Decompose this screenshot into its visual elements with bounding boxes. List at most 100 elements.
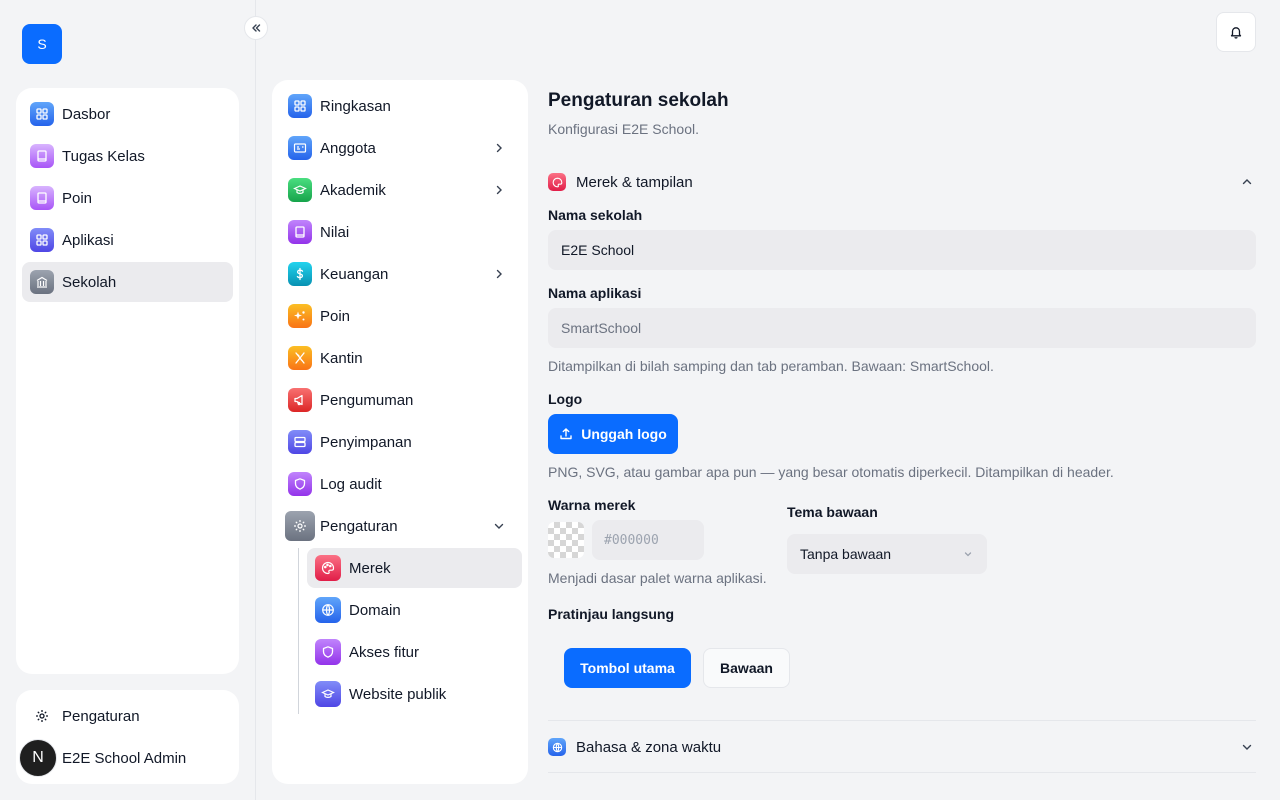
submenu-item-merek[interactable]: Merek	[307, 548, 522, 588]
menu-item-label: Keuangan	[320, 265, 389, 283]
school-name-input[interactable]: E2E School	[548, 230, 1256, 270]
menu-item-keuangan[interactable]: Keuangan	[278, 254, 522, 294]
server-icon	[288, 430, 312, 454]
upload-logo-button[interactable]: Unggah logo	[548, 414, 678, 454]
submenu-item-akses-fitur[interactable]: Akses fitur	[307, 632, 522, 672]
sidebar-item-aplikasi[interactable]: Aplikasi	[22, 220, 233, 260]
section-divider	[548, 720, 1256, 721]
menu-item-log-audit[interactable]: Log audit	[278, 464, 522, 504]
submenu-item-label: Website publik	[349, 685, 447, 703]
chevron-right-icon	[496, 269, 502, 279]
sidebar-item-tugas-kelas[interactable]: Tugas Kelas	[22, 136, 233, 176]
graduation-cap-icon	[288, 178, 312, 202]
collapse-sidebar-button[interactable]	[244, 16, 268, 40]
menu-item-penyimpanan[interactable]: Penyimpanan	[278, 422, 522, 462]
gear-icon	[36, 710, 48, 722]
sidebar-item-label: Tugas Kelas	[62, 147, 145, 165]
brand-section-header[interactable]: Merek & tampilan	[548, 170, 1256, 194]
brand-color-swatch[interactable]	[548, 522, 584, 558]
shield-icon	[315, 639, 341, 665]
megaphone-icon	[288, 388, 312, 412]
book-icon	[30, 186, 54, 210]
grid-icon	[288, 94, 312, 118]
brand-color-input[interactable]: #000000	[592, 520, 704, 560]
globe-icon	[548, 738, 566, 756]
avatar: N	[19, 739, 57, 777]
submenu-item-domain[interactable]: Domain	[307, 590, 522, 630]
chevron-right-icon	[496, 143, 502, 153]
logo-hint: PNG, SVG, atau gambar apa pun — yang bes…	[548, 464, 1114, 480]
menu-item-label: Kantin	[320, 349, 363, 367]
sidebar-item-label: Poin	[62, 189, 93, 207]
sidebar-settings-link[interactable]: Pengaturan	[16, 696, 239, 736]
app-logo[interactable]: S	[22, 24, 62, 64]
notifications-button[interactable]	[1216, 12, 1256, 52]
globe-icon	[315, 597, 341, 623]
sidebar-settings-label: Pengaturan	[62, 707, 140, 725]
double-chevron-left-icon	[252, 24, 261, 32]
chevron-down-icon	[494, 523, 504, 529]
settings-menu: Ringkasan Anggota Akademik Nilai Keuanga…	[272, 80, 528, 784]
section-title: Merek & tampilan	[576, 173, 693, 191]
chevron-down-icon	[964, 552, 972, 557]
menu-item-label: Poin	[320, 307, 351, 325]
theme-select-value: Tanpa bawaan	[800, 546, 892, 562]
sidebar-item-label: Aplikasi	[62, 231, 114, 249]
menu-item-anggota[interactable]: Anggota	[278, 128, 522, 168]
sparkle-icon	[288, 304, 312, 328]
school-name-label: Nama sekolah	[548, 207, 643, 223]
section-title: Bahasa & zona waktu	[576, 738, 722, 756]
theme-select[interactable]: Tanpa bawaan	[787, 534, 987, 574]
section-divider	[548, 772, 1256, 773]
submenu-item-website-publik[interactable]: Website publik	[307, 674, 522, 714]
book-icon	[30, 144, 54, 168]
brand-color-hint: Menjadi dasar palet warna aplikasi.	[548, 570, 767, 586]
grid-icon	[30, 102, 54, 126]
preview-label: Pratinjau langsung	[548, 606, 675, 622]
menu-item-label: Pengaturan	[320, 517, 398, 535]
theme-label: Tema bawaan	[787, 504, 878, 520]
submenu-item-label: Akses fitur	[349, 643, 420, 661]
submenu-item-label: Merek	[349, 559, 391, 577]
bell-icon	[1230, 27, 1242, 39]
id-card-icon	[288, 136, 312, 160]
page-subtitle: Konfigurasi E2E School.	[548, 121, 699, 137]
language-section-header[interactable]: Bahasa & zona waktu	[548, 735, 1256, 759]
page-title: Pengaturan sekolah	[548, 90, 729, 111]
menu-item-label: Pengumuman	[320, 391, 414, 409]
app-name-label: Nama aplikasi	[548, 285, 642, 301]
user-name: E2E School Admin	[62, 749, 187, 767]
preview-secondary-button[interactable]: Bawaan	[703, 648, 790, 688]
menu-item-label: Ringkasan	[320, 97, 391, 115]
grid-icon	[30, 228, 54, 252]
sidebar-item-label: Sekolah	[62, 273, 117, 291]
preview-primary-button[interactable]: Tombol utama	[564, 648, 691, 688]
menu-item-akademik[interactable]: Akademik	[278, 170, 522, 210]
menu-item-ringkasan[interactable]: Ringkasan	[278, 86, 522, 126]
upload-icon	[560, 428, 572, 440]
settings-submenu: Merek Domain Akses fitur Website publik	[298, 548, 522, 714]
menu-item-label: Log audit	[320, 475, 382, 493]
menu-item-nilai[interactable]: Nilai	[278, 212, 522, 252]
menu-item-label: Anggota	[320, 139, 376, 157]
palette-icon	[315, 555, 341, 581]
sidebar-item-dasbor[interactable]: Dasbor	[22, 94, 233, 134]
sidebar-footer: Pengaturan N E2E School Admin	[16, 690, 239, 784]
menu-item-kantin[interactable]: Kantin	[278, 338, 522, 378]
chevron-right-icon	[496, 185, 502, 195]
menu-item-label: Nilai	[320, 223, 350, 241]
app-name-input[interactable]: SmartSchool	[548, 308, 1256, 348]
palette-icon	[548, 173, 566, 191]
gear-icon	[285, 511, 315, 541]
menu-item-pengaturan[interactable]: Pengaturan	[278, 506, 522, 546]
menu-item-poin[interactable]: Poin	[278, 296, 522, 336]
app-name-hint: Ditampilkan di bilah samping dan tab per…	[548, 358, 994, 374]
submenu-item-label: Domain	[349, 601, 401, 619]
menu-item-pengumuman[interactable]: Pengumuman	[278, 380, 522, 420]
sidebar-item-poin[interactable]: Poin	[22, 178, 233, 218]
chevron-up-icon	[1242, 179, 1252, 185]
sidebar-item-sekolah[interactable]: Sekolah	[22, 262, 233, 302]
user-profile[interactable]: N E2E School Admin	[16, 738, 239, 778]
dollar-icon	[288, 262, 312, 286]
primary-nav: Dasbor Tugas Kelas Poin Aplikasi Sekolah	[16, 88, 239, 674]
